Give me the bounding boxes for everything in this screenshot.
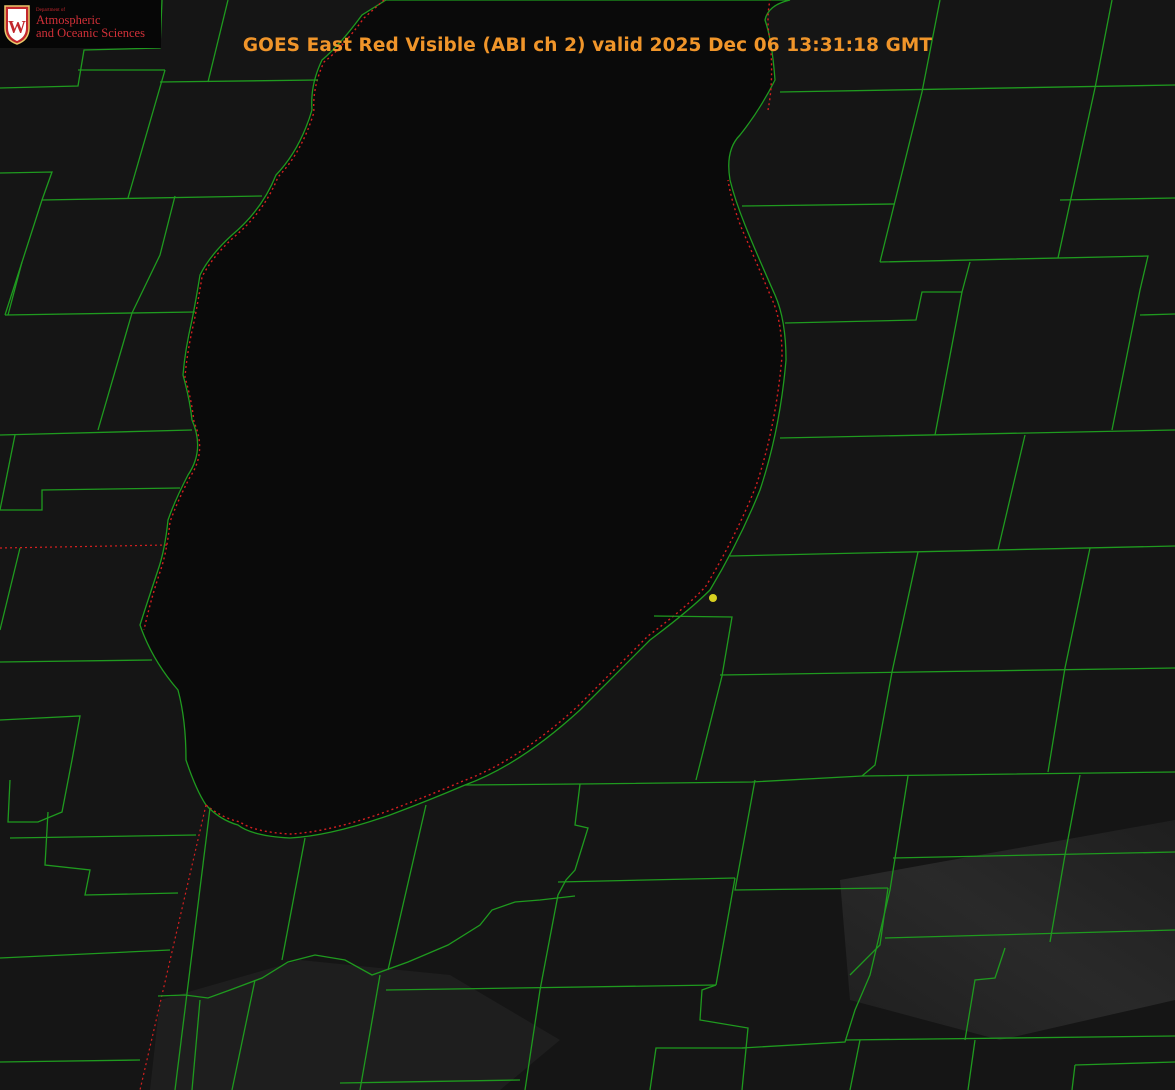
image-title: GOES East Red Visible (ABI ch 2) valid 2… bbox=[242, 35, 933, 56]
satellite-map bbox=[0, 0, 1175, 1090]
logo-name-line1: Atmospheric bbox=[36, 12, 101, 27]
station-marker bbox=[709, 594, 717, 602]
svg-text:W: W bbox=[8, 17, 26, 37]
